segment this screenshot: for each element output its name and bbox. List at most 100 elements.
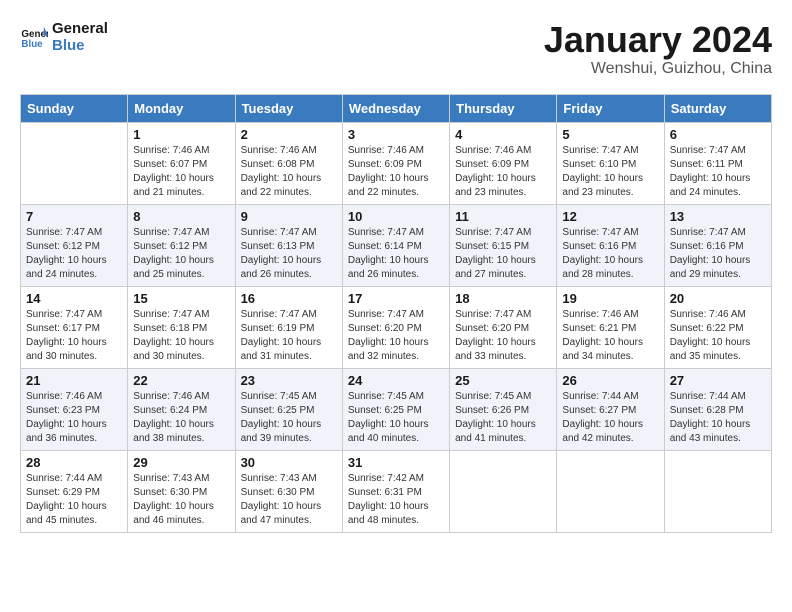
day-number: 18	[455, 291, 551, 306]
sunrise-text: Sunrise: 7:45 AM	[241, 390, 337, 404]
sunrise-text: Sunrise: 7:47 AM	[455, 308, 551, 322]
day-number: 1	[133, 127, 229, 142]
sunset-text: Sunset: 6:25 PM	[348, 404, 444, 418]
calendar-cell: 10Sunrise: 7:47 AMSunset: 6:14 PMDayligh…	[342, 204, 449, 286]
daylight-text-1: Daylight: 10 hours	[562, 172, 658, 186]
calendar-cell: 15Sunrise: 7:47 AMSunset: 6:18 PMDayligh…	[128, 286, 235, 368]
daylight-text-1: Daylight: 10 hours	[26, 336, 122, 350]
calendar-cell: 1 Sunrise: 7:46 AMSunset: 6:07 PMDaylight…	[128, 122, 235, 204]
day-info: Sunrise: 7:47 AMSunset: 6:11 PMDaylight:…	[670, 144, 766, 200]
calendar-header-row: SundayMondayTuesdayWednesdayThursdayFrid…	[21, 94, 772, 122]
daylight-text-2: and 25 minutes.	[133, 268, 229, 282]
day-number: 30	[241, 455, 337, 470]
day-info: Sunrise: 7:46 AMSunset: 6:09 PMDaylight:…	[455, 144, 551, 200]
sunrise-text: Sunrise: 7:43 AM	[133, 472, 229, 486]
daylight-text-2: and 31 minutes.	[241, 350, 337, 364]
daylight-text-1: Daylight: 10 hours	[670, 418, 766, 432]
day-info: Sunrise: 7:47 AMSunset: 6:16 PMDaylight:…	[670, 226, 766, 282]
calendar-week-row: 21Sunrise: 7:46 AMSunset: 6:23 PMDayligh…	[21, 368, 772, 450]
sunrise-text: Sunrise: 7:47 AM	[562, 226, 658, 240]
sunrise-text: Sunrise: 7:47 AM	[133, 308, 229, 322]
calendar-cell: 9Sunrise: 7:47 AMSunset: 6:13 PMDaylight…	[235, 204, 342, 286]
day-number: 5	[562, 127, 658, 142]
day-info: Sunrise: 7:47 AMSunset: 6:17 PMDaylight:…	[26, 308, 122, 364]
sunset-text: Sunset: 6:28 PM	[670, 404, 766, 418]
calendar-cell	[450, 450, 557, 532]
daylight-text-2: and 24 minutes.	[670, 186, 766, 200]
sunset-text: Sunset: 6:30 PM	[241, 486, 337, 500]
sunrise-text: Sunrise: 7:46 AM	[26, 390, 122, 404]
sunrise-text: Sunrise: 7:47 AM	[348, 308, 444, 322]
sunset-text: Sunset: 6:12 PM	[133, 240, 229, 254]
daylight-text-2: and 33 minutes.	[455, 350, 551, 364]
sunset-text: Sunset: 6:17 PM	[26, 322, 122, 336]
daylight-text-2: and 34 minutes.	[562, 350, 658, 364]
sunset-text: Sunset: 6:09 PM	[455, 158, 551, 172]
day-info: Sunrise: 7:44 AMSunset: 6:27 PMDaylight:…	[562, 390, 658, 446]
daylight-text-1: Daylight: 10 hours	[133, 172, 229, 186]
header-monday: Monday	[128, 94, 235, 122]
day-number: 31	[348, 455, 444, 470]
sunrise-text: Sunrise: 7:43 AM	[241, 472, 337, 486]
daylight-text-2: and 36 minutes.	[26, 432, 122, 446]
calendar-cell: 11Sunrise: 7:47 AMSunset: 6:15 PMDayligh…	[450, 204, 557, 286]
calendar-cell: 20Sunrise: 7:46 AMSunset: 6:22 PMDayligh…	[664, 286, 771, 368]
sunset-text: Sunset: 6:29 PM	[26, 486, 122, 500]
sunrise-text: Sunrise: 7:47 AM	[26, 308, 122, 322]
sunset-text: Sunset: 6:16 PM	[562, 240, 658, 254]
page-header: General Blue General Blue January 2024 W…	[20, 20, 772, 78]
sunrise-text: Sunrise: 7:47 AM	[670, 226, 766, 240]
daylight-text-1: Daylight: 10 hours	[26, 418, 122, 432]
sunrise-text: Sunrise: 7:46 AM	[670, 308, 766, 322]
location-subtitle: Wenshui, Guizhou, China	[544, 60, 772, 78]
daylight-text-2: and 30 minutes.	[133, 350, 229, 364]
day-info: Sunrise: 7:43 AMSunset: 6:30 PMDaylight:…	[133, 472, 229, 528]
sunset-text: Sunset: 6:08 PM	[241, 158, 337, 172]
calendar-cell: 13 Sunrise: 7:47 AMSunset: 6:16 PMDayligh…	[664, 204, 771, 286]
calendar-cell: 7Sunrise: 7:47 AMSunset: 6:12 PMDaylight…	[21, 204, 128, 286]
daylight-text-1: Daylight: 10 hours	[562, 254, 658, 268]
day-number: 23	[241, 373, 337, 388]
sunrise-text: Sunrise: 7:44 AM	[562, 390, 658, 404]
header-saturday: Saturday	[664, 94, 771, 122]
day-number: 24	[348, 373, 444, 388]
day-info: Sunrise: 7:47 AMSunset: 6:20 PMDaylight:…	[455, 308, 551, 364]
calendar-cell: 4Sunrise: 7:46 AMSunset: 6:09 PMDaylight…	[450, 122, 557, 204]
daylight-text-2: and 38 minutes.	[133, 432, 229, 446]
calendar-cell	[557, 450, 664, 532]
day-number: 12	[562, 209, 658, 224]
calendar-cell: 23Sunrise: 7:45 AMSunset: 6:25 PMDayligh…	[235, 368, 342, 450]
daylight-text-1: Daylight: 10 hours	[455, 336, 551, 350]
sunset-text: Sunset: 6:07 PM	[133, 158, 229, 172]
sunset-text: Sunset: 6:19 PM	[241, 322, 337, 336]
day-info: Sunrise: 7:47 AMSunset: 6:15 PMDaylight:…	[455, 226, 551, 282]
daylight-text-2: and 26 minutes.	[348, 268, 444, 282]
sunrise-text: Sunrise: 7:47 AM	[670, 144, 766, 158]
sunset-text: Sunset: 6:26 PM	[455, 404, 551, 418]
sunset-text: Sunset: 6:21 PM	[562, 322, 658, 336]
daylight-text-1: Daylight: 10 hours	[348, 254, 444, 268]
calendar-cell: 16Sunrise: 7:47 AMSunset: 6:19 PMDayligh…	[235, 286, 342, 368]
sunset-text: Sunset: 6:16 PM	[670, 240, 766, 254]
daylight-text-2: and 45 minutes.	[26, 514, 122, 528]
daylight-text-2: and 46 minutes.	[133, 514, 229, 528]
day-info: Sunrise: 7:46 AMSunset: 6:08 PMDaylight:…	[241, 144, 337, 200]
calendar-table: SundayMondayTuesdayWednesdayThursdayFrid…	[20, 94, 772, 533]
calendar-cell: 30Sunrise: 7:43 AMSunset: 6:30 PMDayligh…	[235, 450, 342, 532]
day-info: Sunrise: 7:46 AMSunset: 6:07 PMDaylight:…	[133, 144, 229, 200]
daylight-text-2: and 40 minutes.	[348, 432, 444, 446]
sunset-text: Sunset: 6:20 PM	[348, 322, 444, 336]
day-number: 13	[670, 209, 766, 224]
calendar-cell: 8Sunrise: 7:47 AMSunset: 6:12 PMDaylight…	[128, 204, 235, 286]
sunset-text: Sunset: 6:18 PM	[133, 322, 229, 336]
day-number: 15	[133, 291, 229, 306]
header-tuesday: Tuesday	[235, 94, 342, 122]
daylight-text-1: Daylight: 10 hours	[670, 336, 766, 350]
day-number: 22	[133, 373, 229, 388]
sunrise-text: Sunrise: 7:46 AM	[348, 144, 444, 158]
day-number: 17	[348, 291, 444, 306]
day-number: 3	[348, 127, 444, 142]
sunset-text: Sunset: 6:13 PM	[241, 240, 337, 254]
sunset-text: Sunset: 6:23 PM	[26, 404, 122, 418]
daylight-text-1: Daylight: 10 hours	[348, 336, 444, 350]
